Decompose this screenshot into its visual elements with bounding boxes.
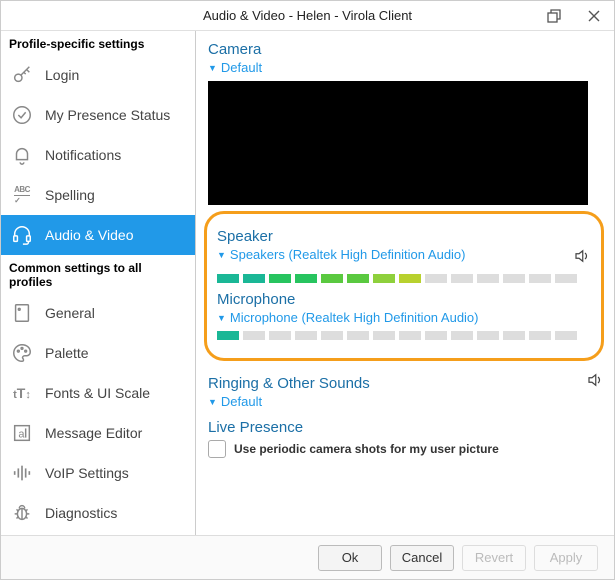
headset-icon <box>11 224 33 246</box>
volume-icon[interactable] <box>586 371 604 392</box>
revert-button: Revert <box>462 545 526 571</box>
sidebar-item-label: Audio & Video <box>45 227 133 243</box>
chevron-down-icon: ▼ <box>217 313 226 323</box>
speaker-section-title: Speaker <box>217 228 591 245</box>
maximize-restore-button[interactable] <box>534 1 574 31</box>
editor-icon: a <box>11 422 33 444</box>
close-button[interactable] <box>574 1 614 31</box>
sidebar-item-diagnostics[interactable]: Diagnostics <box>1 493 195 533</box>
speaker-selected: Speakers (Realtek High Definition Audio) <box>230 247 466 262</box>
sidebar-item-spelling[interactable]: ABC✓ Spelling <box>1 175 195 215</box>
sidebar-item-notifications[interactable]: Notifications <box>1 135 195 175</box>
sidebar-item-label: VoIP Settings <box>45 465 129 481</box>
speaker-level-meter <box>217 274 591 283</box>
voip-icon <box>11 462 33 484</box>
camera-dropdown[interactable]: ▼ Default <box>208 60 604 75</box>
sidebar-item-presence[interactable]: My Presence Status <box>1 95 195 135</box>
palette-icon <box>11 342 33 364</box>
volume-icon[interactable] <box>573 247 591 268</box>
microphone-selected: Microphone (Realtek High Definition Audi… <box>230 310 479 325</box>
general-icon <box>11 302 33 324</box>
check-circle-icon <box>11 104 33 126</box>
sidebar: Profile-specific settings Login My Prese… <box>1 31 196 535</box>
chevron-down-icon: ▼ <box>217 250 226 260</box>
sidebar-item-general[interactable]: General <box>1 293 195 333</box>
sidebar-item-label: Message Editor <box>45 425 142 441</box>
sidebar-item-label: Notifications <box>45 147 121 163</box>
cancel-button[interactable]: Cancel <box>390 545 454 571</box>
camera-selected: Default <box>221 60 262 75</box>
fonts-icon: tT↕ <box>11 382 33 404</box>
microphone-section-title: Microphone <box>217 291 591 308</box>
sidebar-item-label: My Presence Status <box>45 107 170 123</box>
ringing-section-title: Ringing & Other Sounds <box>208 375 370 392</box>
microphone-level-meter <box>217 331 591 340</box>
sidebar-item-palette[interactable]: Palette <box>1 333 195 373</box>
sidebar-item-login[interactable]: Login <box>1 55 195 95</box>
bell-icon <box>11 144 33 166</box>
bug-icon <box>11 502 33 524</box>
ok-button[interactable]: Ok <box>318 545 382 571</box>
sidebar-section-common: Common settings to all profiles <box>1 255 195 293</box>
ringing-selected: Default <box>221 394 262 409</box>
spelling-icon: ABC✓ <box>11 184 33 206</box>
sidebar-item-label: Login <box>45 67 79 83</box>
speaker-dropdown[interactable]: ▼ Speakers (Realtek High Definition Audi… <box>217 247 466 262</box>
sidebar-item-audio-video[interactable]: Audio & Video <box>1 215 195 255</box>
camera-section-title: Camera <box>208 41 604 58</box>
sidebar-item-message-editor[interactable]: a Message Editor <box>1 413 195 453</box>
sidebar-item-label: Spelling <box>45 187 95 203</box>
camera-preview <box>208 81 588 205</box>
ringing-dropdown[interactable]: ▼ Default <box>208 394 604 409</box>
sidebar-item-fonts[interactable]: tT↕ Fonts & UI Scale <box>1 373 195 413</box>
svg-text:a: a <box>18 429 25 441</box>
highlight-annotation: Speaker ▼ Speakers (Realtek High Definit… <box>204 211 604 361</box>
content-panel: Camera ▼ Default Speaker ▼ Speakers (Rea… <box>196 31 614 535</box>
key-icon <box>11 64 33 86</box>
sidebar-item-label: Palette <box>45 345 89 361</box>
sidebar-item-label: Diagnostics <box>45 505 117 521</box>
sidebar-item-label: Fonts & UI Scale <box>45 385 150 401</box>
apply-button: Apply <box>534 545 598 571</box>
microphone-dropdown[interactable]: ▼ Microphone (Realtek High Definition Au… <box>217 310 591 325</box>
presence-checkbox-label: Use periodic camera shots for my user pi… <box>234 442 499 456</box>
presence-section-title: Live Presence <box>208 419 604 436</box>
sidebar-item-label: General <box>45 305 95 321</box>
window-title: Audio & Video - Helen - Virola Client <box>203 8 412 23</box>
chevron-down-icon: ▼ <box>208 63 217 73</box>
chevron-down-icon: ▼ <box>208 397 217 407</box>
sidebar-item-voip[interactable]: VoIP Settings <box>1 453 195 493</box>
titlebar: Audio & Video - Helen - Virola Client <box>1 1 614 31</box>
presence-checkbox[interactable] <box>208 440 226 458</box>
sidebar-section-profile: Profile-specific settings <box>1 31 195 55</box>
dialog-footer: Ok Cancel Revert Apply <box>1 535 614 579</box>
